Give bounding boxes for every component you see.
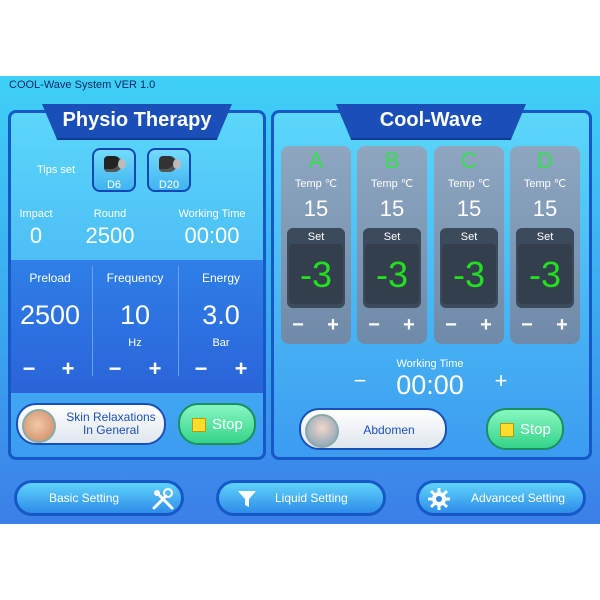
set-label: Set <box>383 231 401 243</box>
set-label: Set <box>307 231 325 243</box>
preload-minus-button[interactable]: − <box>19 356 39 382</box>
impact-value: 0 <box>29 223 43 248</box>
temp-label: Temp ℃ <box>294 178 338 190</box>
channel-d-plus-button[interactable]: + <box>552 314 572 337</box>
abdomen-icon <box>305 414 339 448</box>
temp-value: 15 <box>379 196 405 221</box>
energy-plus-button[interactable]: + <box>231 356 251 382</box>
set-value: -3 <box>528 254 561 295</box>
system-title: COOL-Wave System VER 1.0 <box>9 79 156 91</box>
channel-c-plus-button[interactable]: + <box>476 314 496 337</box>
round-label: Round <box>93 208 127 220</box>
energy-value: 3.0 <box>202 300 240 330</box>
channel-d-card: D Temp ℃ 15 Set -3 − + <box>510 146 580 344</box>
set-screen: -3 <box>365 244 419 304</box>
set-display: Set -3 <box>287 228 345 308</box>
set-value: -3 <box>452 254 485 295</box>
frequency-plus-button[interactable]: + <box>145 356 165 382</box>
working-time-minus-button[interactable]: − <box>350 368 370 394</box>
coolwave-stop-label: Stop <box>520 421 551 438</box>
working-time-label: Working Time <box>178 208 246 220</box>
temp-value: 15 <box>532 196 558 221</box>
channel-c-card: C Temp ℃ 15 Set -3 − + <box>434 146 504 344</box>
funnel-icon <box>238 491 256 507</box>
channel-c-minus-button[interactable]: − <box>441 314 461 337</box>
tip-d20-label: D20 <box>158 179 180 191</box>
basic-setting-label: Basic Setting <box>49 491 120 505</box>
energy-label: Energy <box>201 271 241 285</box>
temp-label: Temp ℃ <box>523 178 567 190</box>
set-value: -3 <box>375 254 408 295</box>
working-time-value: 00:00 <box>184 223 240 248</box>
frequency-label: Frequency <box>106 271 164 285</box>
impact-label: Impact <box>19 208 53 220</box>
round-value: 2500 <box>85 223 135 248</box>
body-area-button[interactable]: Abdomen <box>299 408 447 450</box>
set-screen: -3 <box>442 244 496 304</box>
set-display: Set -3 <box>516 228 574 308</box>
set-screen: -3 <box>518 244 572 304</box>
coolwave-title: Cool-Wave <box>336 104 526 140</box>
advanced-setting-button[interactable]: Advanced Setting <box>416 480 586 516</box>
physio-stop-button[interactable]: Stop <box>178 403 256 445</box>
tip-d6-label: D6 <box>106 179 122 191</box>
channel-b-minus-button[interactable]: − <box>364 314 384 337</box>
channel-letter: D <box>537 148 553 173</box>
set-screen: -3 <box>289 244 343 304</box>
channel-d-minus-button[interactable]: − <box>517 314 537 337</box>
channel-letter: A <box>308 148 324 173</box>
temp-label: Temp ℃ <box>447 178 491 190</box>
channel-letter: B <box>384 148 400 173</box>
channel-b-plus-button[interactable]: + <box>399 314 419 337</box>
physio-stop-label: Stop <box>212 416 243 433</box>
working-time-plus-button[interactable]: + <box>491 368 511 394</box>
channel-b-card: B Temp ℃ 15 Set -3 − + <box>357 146 427 344</box>
divider <box>178 266 179 376</box>
preload-plus-button[interactable]: + <box>58 356 78 382</box>
frequency-minus-button[interactable]: − <box>105 356 125 382</box>
temp-value: 15 <box>456 196 482 221</box>
frequency-unit: Hz <box>128 337 142 349</box>
treatment-mode-button[interactable]: Skin Relaxations In General <box>16 403 166 445</box>
channel-a-card: A Temp ℃ 15 Set -3 − + <box>281 146 351 344</box>
frequency-value: 10 <box>119 300 151 330</box>
coolwave-stop-button[interactable]: Stop <box>486 408 564 450</box>
gear-icon <box>428 488 450 510</box>
advanced-setting-label: Advanced Setting <box>471 491 566 505</box>
set-value: -3 <box>299 254 332 295</box>
body-area-icon <box>22 409 56 443</box>
treatment-mode-label: Skin Relaxations In General <box>66 410 156 437</box>
divider <box>92 266 93 376</box>
channel-a-plus-button[interactable]: + <box>323 314 343 337</box>
liquid-setting-button[interactable]: Liquid Setting <box>216 480 386 516</box>
tools-icon <box>152 488 174 510</box>
coolwave-working-time-label: Working Time <box>396 358 464 370</box>
physio-title: Physio Therapy <box>42 104 232 140</box>
tip-head-icon <box>104 156 126 172</box>
tips-set-label: Tips set <box>37 164 76 176</box>
channel-letter: C <box>461 148 477 173</box>
tip-d20-button[interactable]: D20 <box>147 148 191 192</box>
body-area-label: Abdomen <box>363 423 415 437</box>
basic-setting-button[interactable]: Basic Setting <box>14 480 184 516</box>
set-display: Set -3 <box>363 228 421 308</box>
preload-label: Preload <box>29 271 71 285</box>
temp-label: Temp ℃ <box>370 178 414 190</box>
set-label: Set <box>460 231 478 243</box>
channel-a-minus-button[interactable]: − <box>288 314 308 337</box>
set-label: Set <box>536 231 554 243</box>
temp-value: 15 <box>303 196 329 221</box>
set-display: Set -3 <box>440 228 498 308</box>
tip-head-icon <box>159 156 181 172</box>
energy-unit: Bar <box>212 337 230 349</box>
energy-minus-button[interactable]: − <box>191 356 211 382</box>
tip-d6-button[interactable]: D6 <box>92 148 136 192</box>
coolwave-working-time-value: 00:00 <box>396 370 464 400</box>
preload-value: 2500 <box>19 300 81 330</box>
stop-indicator-icon <box>192 418 206 432</box>
stop-indicator-icon <box>500 423 514 437</box>
liquid-setting-label: Liquid Setting <box>275 491 348 505</box>
